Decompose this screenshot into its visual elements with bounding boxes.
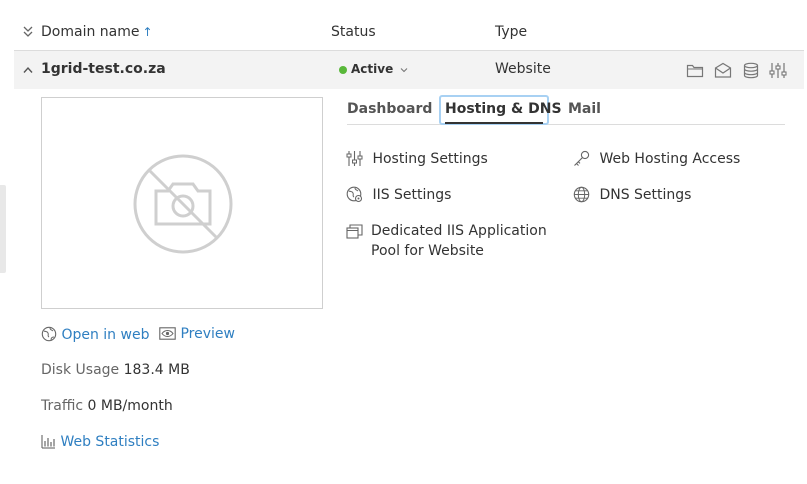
status-label: Active	[351, 62, 394, 76]
web-statistics-label: Web Statistics	[60, 434, 160, 450]
hosting-settings-label: Hosting Settings	[372, 151, 488, 167]
chevron-down-icon	[401, 67, 408, 72]
open-in-web-link[interactable]: Open in web	[41, 326, 149, 343]
database-icon[interactable]	[742, 62, 760, 79]
traffic-value: 0 MB/month	[87, 398, 173, 414]
tabs-divider	[347, 124, 785, 125]
iis-settings-item[interactable]: IIS Settings	[346, 185, 451, 205]
sort-ascending-icon[interactable]: ↑	[142, 25, 152, 39]
scrollbar-handle[interactable]	[0, 185, 6, 273]
bar-chart-icon	[41, 435, 55, 449]
table-header: Domain name ↑ Status Type	[14, 17, 804, 51]
sliders-icon	[346, 151, 363, 166]
traffic: Traffic 0 MB/month	[41, 398, 173, 414]
eye-icon	[159, 327, 176, 340]
status-dropdown[interactable]: Active	[351, 62, 408, 76]
dns-settings-item[interactable]: DNS Settings	[573, 185, 691, 205]
key-icon	[574, 150, 590, 166]
tab-mail[interactable]: Mail	[568, 101, 601, 117]
domain-name[interactable]: 1grid-test.co.za	[41, 61, 166, 77]
web-hosting-access-item[interactable]: Web Hosting Access	[573, 149, 740, 169]
globe-gear-icon	[346, 186, 363, 203]
windows-pool-icon	[346, 224, 363, 239]
traffic-label: Traffic	[41, 398, 84, 414]
tab-hosting-dns[interactable]: Hosting & DNS	[445, 101, 562, 117]
status-indicator-dot	[339, 66, 347, 74]
website-thumbnail	[41, 97, 323, 309]
dedicated-iis-pool-label-line2: Pool for Website	[371, 243, 484, 259]
hosting-settings-item[interactable]: Hosting Settings	[346, 149, 488, 169]
globe-icon	[41, 326, 57, 342]
disk-usage-label: Disk Usage	[41, 362, 120, 378]
column-header-label: Domain name	[41, 24, 140, 40]
dns-settings-label: DNS Settings	[599, 187, 692, 203]
chevron-up-icon[interactable]	[23, 66, 33, 74]
column-header-status[interactable]: Status	[331, 24, 376, 40]
dedicated-iis-pool-label-line1: Dedicated IIS Application	[371, 223, 547, 239]
web-hosting-access-label: Web Hosting Access	[599, 151, 741, 167]
mail-icon[interactable]	[714, 62, 732, 79]
sliders-icon[interactable]	[769, 62, 787, 79]
no-screenshot-icon	[133, 154, 233, 254]
open-in-web-label: Open in web	[61, 327, 150, 343]
tab-dashboard[interactable]: Dashboard	[347, 101, 432, 117]
globe-icon	[573, 186, 590, 203]
disk-usage-value: 183.4 MB	[123, 362, 190, 378]
web-statistics-link[interactable]: Web Statistics	[41, 434, 159, 450]
column-header-type[interactable]: Type	[495, 24, 527, 40]
preview-label: Preview	[180, 326, 235, 342]
iis-settings-label: IIS Settings	[372, 187, 452, 203]
active-tab-underline	[445, 122, 543, 124]
column-header-domain-name[interactable]: Domain name ↑	[41, 24, 153, 40]
collapse-all-icon[interactable]	[22, 25, 34, 39]
domain-type: Website	[495, 61, 551, 77]
domain-row[interactable]: 1grid-test.co.za Active Website	[14, 51, 804, 89]
disk-usage: Disk Usage 183.4 MB	[41, 362, 190, 378]
folder-icon[interactable]	[686, 62, 704, 79]
preview-link[interactable]: Preview	[159, 326, 235, 342]
